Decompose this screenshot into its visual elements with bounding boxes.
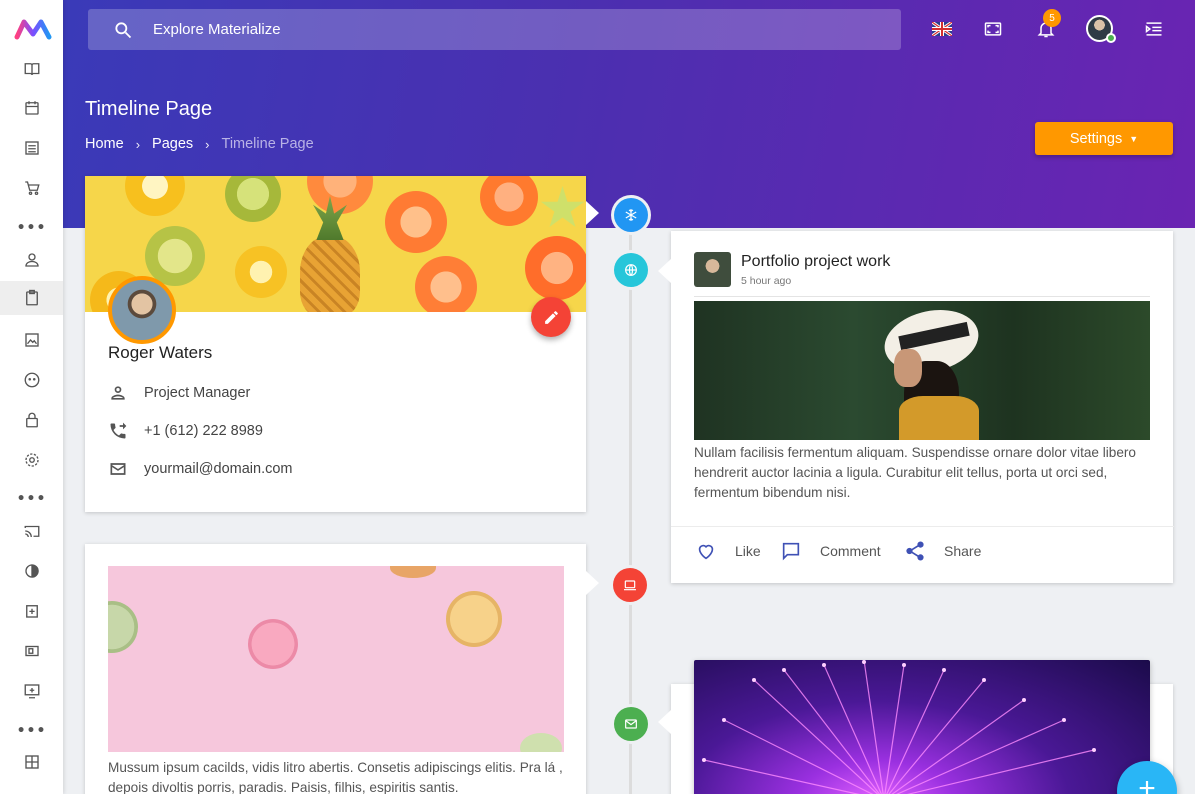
- materialize-logo[interactable]: [14, 17, 52, 41]
- profile-phone-row: +1 (612) 222 8989: [108, 421, 263, 441]
- card-arrow: [658, 710, 671, 734]
- online-status-dot: [1106, 33, 1116, 43]
- grid-icon[interactable]: [0, 745, 63, 779]
- uk-flag-icon[interactable]: [929, 16, 955, 42]
- clipboard-icon[interactable]: [0, 281, 63, 315]
- like-label: Like: [735, 543, 761, 559]
- post-timestamp: 5 hour ago: [741, 275, 792, 287]
- tv-icon[interactable]: [0, 634, 63, 668]
- post-image: [694, 301, 1150, 440]
- timeline-laptop-dot: [613, 568, 647, 602]
- cast-icon[interactable]: [0, 514, 63, 548]
- fiber-optic-image: [694, 660, 1150, 794]
- card-arrow: [586, 571, 599, 595]
- profile-role-row: Project Manager: [108, 383, 250, 403]
- add-box-icon[interactable]: [0, 594, 63, 628]
- search-bar[interactable]: Explore Materialize: [88, 9, 901, 50]
- post-author-avatar[interactable]: [694, 252, 731, 287]
- timeline-globe-dot: [614, 253, 648, 287]
- user-icon[interactable]: [0, 243, 63, 277]
- mail-icon: [625, 719, 637, 729]
- list-icon[interactable]: [0, 131, 63, 165]
- card-arrow: [658, 259, 671, 283]
- email-icon: [110, 463, 126, 475]
- plus-icon: +: [1138, 772, 1156, 794]
- post-footer-divider: [671, 526, 1174, 527]
- profile-email-row: yourmail@domain.com: [108, 459, 293, 479]
- breadcrumb-separator: ›: [205, 136, 210, 152]
- post-title[interactable]: Portfolio project work: [741, 253, 890, 271]
- search-icon: [115, 21, 132, 38]
- profile-avatar[interactable]: [108, 276, 176, 344]
- settings-label: Settings: [1069, 130, 1123, 147]
- snowflake-icon: [625, 209, 637, 221]
- share-icon: [906, 541, 924, 561]
- comment-label: Comment: [820, 543, 881, 559]
- phone-forward-icon: [110, 422, 127, 439]
- card-arrow: [586, 201, 599, 225]
- contrast-icon[interactable]: [0, 554, 63, 588]
- fullscreen-icon[interactable]: [980, 16, 1006, 42]
- breadcrumb: Home › Pages › Timeline Page: [85, 136, 314, 152]
- section-divider-dots: •••: [16, 723, 47, 739]
- macarons-image: [108, 566, 564, 752]
- page-title: Timeline Page: [85, 98, 213, 120]
- profile-name: Roger Waters: [108, 343, 213, 362]
- globe-icon: [625, 264, 637, 276]
- profile-phone[interactable]: +1 (612) 222 8989: [144, 423, 263, 439]
- image-icon[interactable]: [0, 323, 63, 357]
- breadcrumb-current: Timeline Page: [221, 136, 314, 152]
- image-post-card: Mussum ipsum cacilds, vidis litro aberti…: [85, 544, 586, 794]
- section-divider-dots: •••: [16, 491, 47, 507]
- like-button[interactable]: Like: [695, 540, 761, 562]
- heart-icon: [698, 544, 714, 560]
- image-post-body: Mussum ipsum cacilds, vidis litro aberti…: [108, 760, 563, 794]
- lock-icon[interactable]: [0, 403, 63, 437]
- search-input[interactable]: Explore Materialize: [153, 21, 281, 38]
- sidebar: ••• ••• •••: [0, 0, 63, 794]
- comment-icon: [782, 542, 800, 561]
- share-button[interactable]: Share: [904, 540, 981, 562]
- book-icon[interactable]: [0, 52, 63, 86]
- add-to-queue-icon[interactable]: [0, 674, 63, 708]
- post-card: Portfolio project work 5 hour ago Nullam…: [671, 231, 1174, 583]
- comment-button[interactable]: Comment: [780, 540, 881, 562]
- fiber-strands: [702, 660, 1096, 794]
- caret-down-icon: ▼: [1129, 133, 1139, 144]
- profile-card: Roger Waters Project Manager +1 (612) 22…: [85, 176, 586, 512]
- settings-button[interactable]: Settings ▼: [1035, 122, 1173, 155]
- timeline-snowflake-dot: [614, 198, 648, 232]
- laptop-icon: [624, 580, 636, 591]
- share-label: Share: [944, 543, 982, 559]
- profile-role: Project Manager: [144, 385, 251, 401]
- timeline-mail-dot: [614, 707, 648, 741]
- breadcrumb-separator: ›: [135, 136, 141, 152]
- breadcrumb-home[interactable]: Home: [85, 136, 124, 152]
- target-icon[interactable]: [0, 443, 63, 477]
- breadcrumb-pages[interactable]: Pages: [152, 136, 193, 152]
- calendar-icon[interactable]: [0, 91, 63, 125]
- pencil-icon: [544, 310, 558, 324]
- post-divider: [694, 296, 1150, 297]
- person-icon: [111, 386, 125, 400]
- section-divider-dots: •••: [16, 220, 47, 236]
- edit-profile-button[interactable]: [531, 297, 571, 337]
- cart-icon[interactable]: [0, 171, 63, 205]
- post-body: Nullam facilisis fermentum aliquam. Susp…: [694, 445, 1136, 500]
- face-icon[interactable]: [0, 363, 63, 397]
- profile-email[interactable]: yourmail@domain.com: [144, 461, 293, 477]
- notification-badge: 5: [1043, 9, 1061, 27]
- menu-indent-icon[interactable]: [1141, 16, 1167, 42]
